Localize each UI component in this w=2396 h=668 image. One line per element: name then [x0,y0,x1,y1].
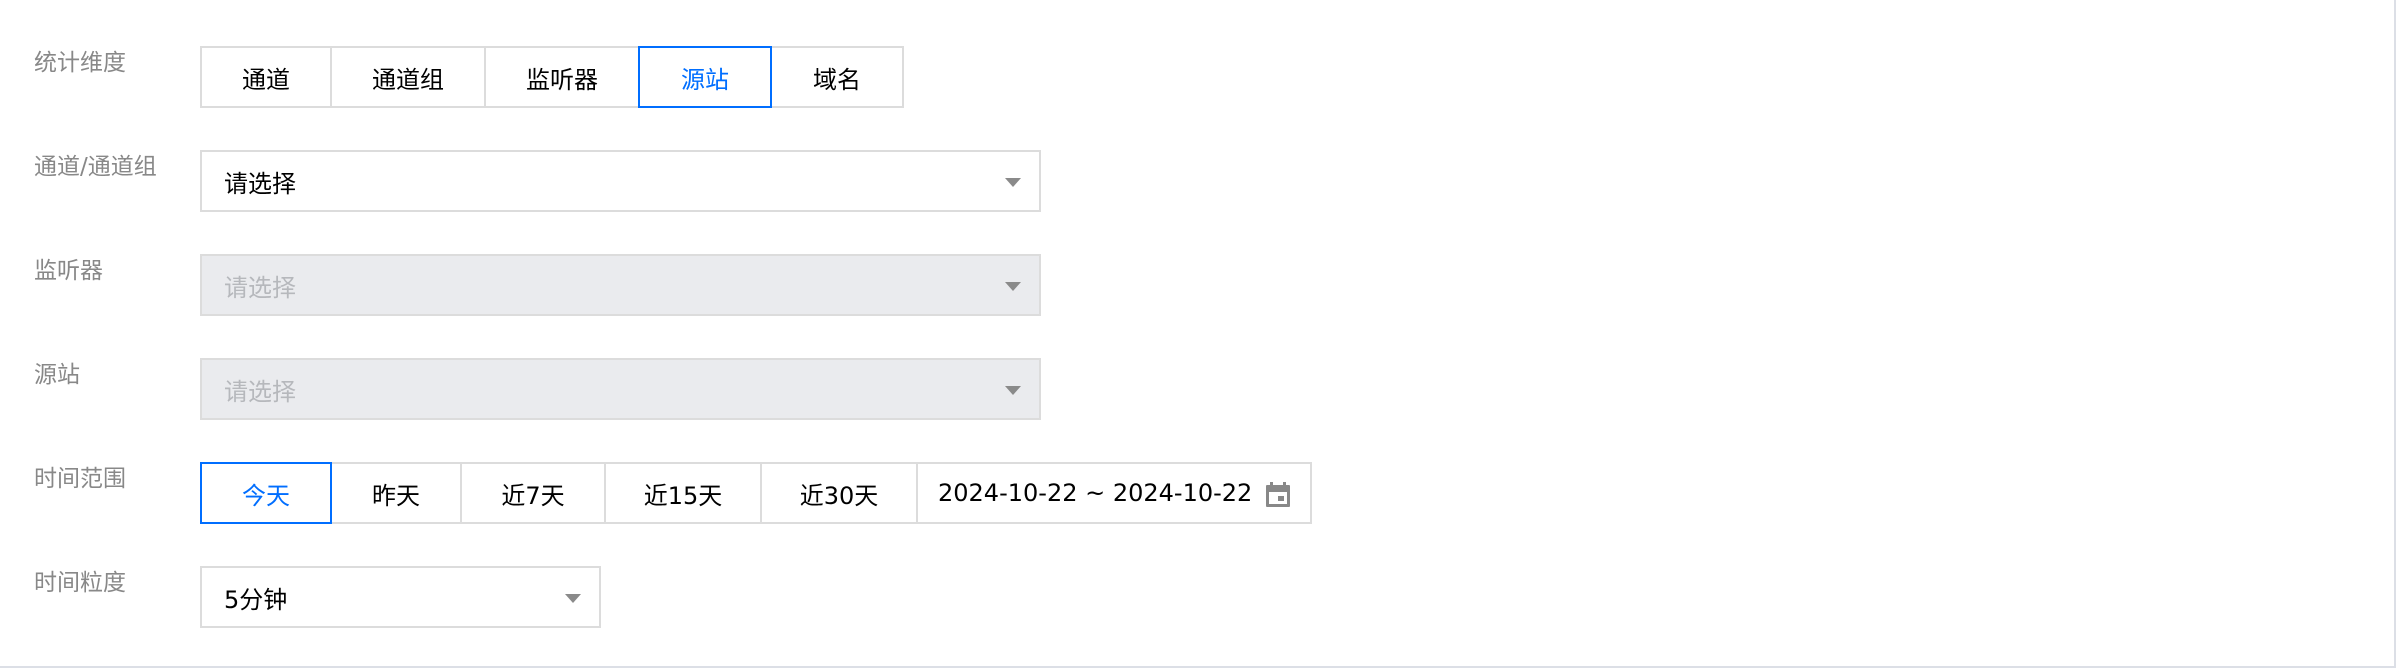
origin-select-value: 请选择 [224,377,296,406]
granularity-label: 时间粒度 [34,570,126,596]
dimension-option-channel-group[interactable]: 通道组 [330,46,486,108]
listener-label: 监听器 [34,258,103,284]
time-range-label: 时间范围 [34,466,126,492]
time-range-segmented-control: 今天 昨天 近7天 近15天 近30天 2024-10-22 ~ 2024-10… [200,462,1312,524]
chevron-down-icon [1005,282,1021,291]
listener-select-value: 请选择 [224,273,296,302]
dimension-option-domain[interactable]: 域名 [770,46,904,108]
channel-select[interactable]: 请选择 [200,150,1041,212]
origin-label: 源站 [34,362,80,388]
time-range-15days[interactable]: 近15天 [604,462,762,524]
channel-row: 通道/通道组 请选择 [0,150,2394,212]
granularity-select-value: 5分钟 [224,585,288,614]
time-range-yesterday[interactable]: 昨天 [330,462,462,524]
origin-select: 请选择 [200,358,1041,420]
granularity-select[interactable]: 5分钟 [200,566,601,628]
dimension-segmented-control: 通道 通道组 监听器 源站 域名 [200,46,904,108]
channel-select-value: 请选择 [224,169,296,198]
chevron-down-icon [565,594,581,603]
time-range-today[interactable]: 今天 [200,462,332,524]
origin-row: 源站 请选择 [0,358,2394,420]
calendar-icon[interactable] [1264,481,1292,509]
dimension-option-listener[interactable]: 监听器 [484,46,640,108]
chevron-down-icon [1005,386,1021,395]
date-range-picker[interactable]: 2024-10-22 ~ 2024-10-22 [916,462,1312,524]
dimension-label: 统计维度 [34,50,126,76]
listener-select: 请选择 [200,254,1041,316]
time-range-row: 时间范围 今天 昨天 近7天 近15天 近30天 2024-10-22 ~ 20… [0,462,2394,524]
channel-label: 通道/通道组 [34,154,157,180]
listener-row: 监听器 请选择 [0,254,2394,316]
time-range-30days[interactable]: 近30天 [760,462,918,524]
stats-filter-panel: 统计维度 通道 通道组 监听器 源站 域名 通道/通道组 请选择 监听器 请选择… [0,0,2396,668]
dimension-option-origin[interactable]: 源站 [638,46,772,108]
date-range-text: 2024-10-22 ~ 2024-10-22 [938,479,1253,507]
time-range-7days[interactable]: 近7天 [460,462,606,524]
dimension-option-channel[interactable]: 通道 [200,46,332,108]
granularity-row: 时间粒度 5分钟 [0,566,2394,628]
dimension-row: 统计维度 通道 通道组 监听器 源站 域名 [0,46,2394,108]
chevron-down-icon [1005,178,1021,187]
